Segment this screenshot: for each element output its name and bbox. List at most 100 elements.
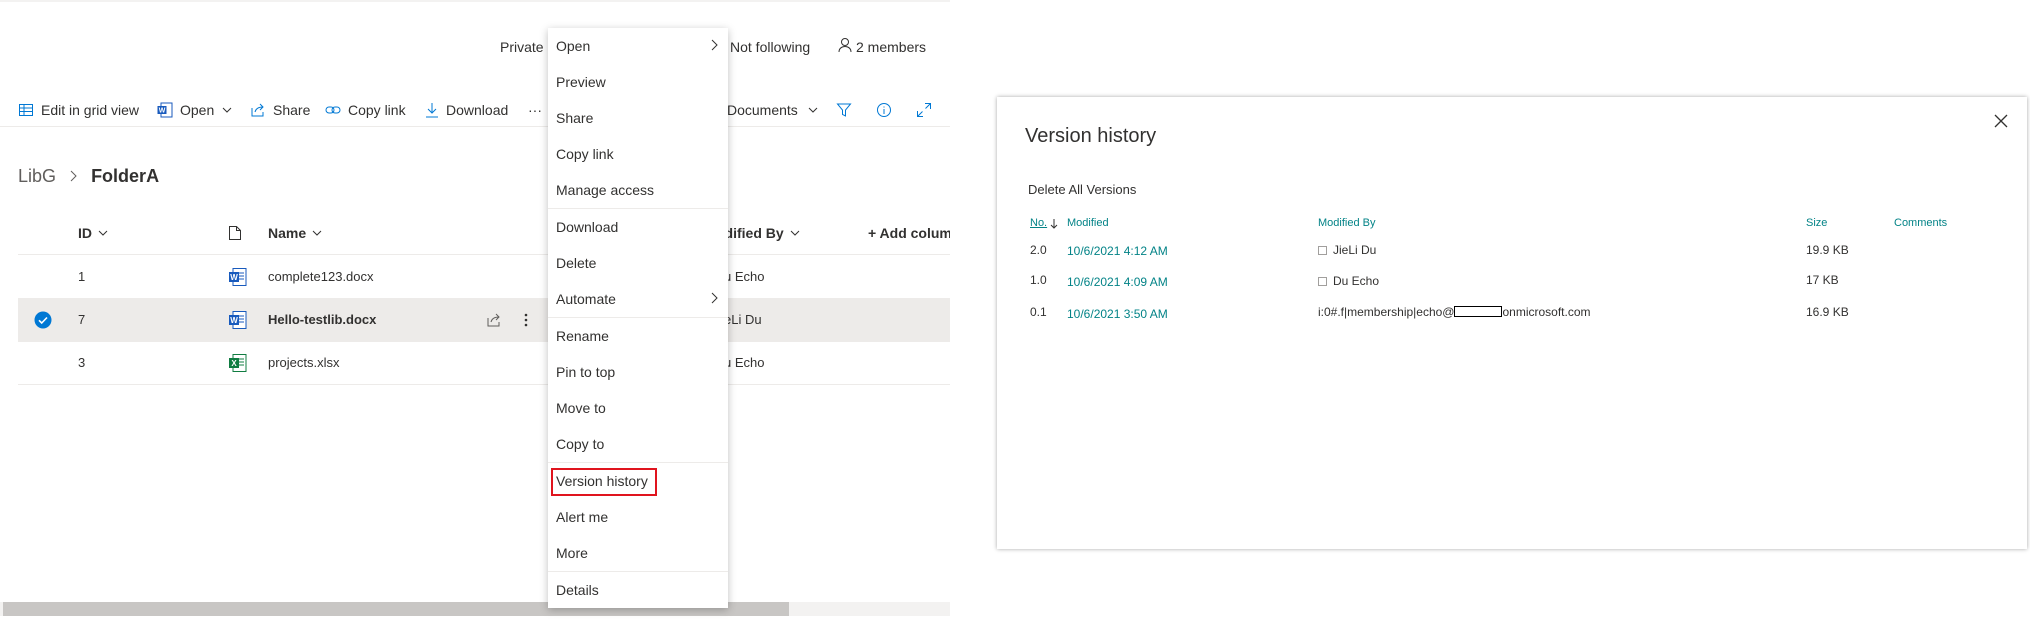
download-label: Download — [446, 102, 509, 118]
file-type-header-icon[interactable] — [228, 220, 242, 246]
breadcrumb-parent[interactable]: LibG — [18, 166, 56, 186]
download-button[interactable]: Download — [425, 92, 508, 128]
column-header-id[interactable]: ID — [78, 220, 108, 246]
chevron-down-icon — [808, 107, 818, 113]
table-row[interactable]: 3 X projects.xlsx u Echo — [18, 341, 950, 385]
menu-item-details[interactable]: Details — [548, 572, 728, 608]
version-modified-by-name: JieLi Du — [1333, 243, 1377, 257]
column-header-no-label: No. — [1030, 217, 1048, 229]
account-suffix: onmicrosoft.com — [1502, 305, 1591, 319]
version-number: 2.0 — [1030, 243, 1047, 257]
column-header-size[interactable]: Size — [1806, 217, 1827, 229]
menu-item-preview[interactable]: Preview — [548, 64, 728, 100]
chevron-down-icon — [98, 230, 108, 236]
expand-icon[interactable] — [916, 92, 939, 128]
column-header-modified-by[interactable]: Modified By — [1318, 217, 1375, 229]
delete-all-versions-link[interactable]: Delete All Versions — [1028, 182, 1136, 197]
version-number: 0.1 — [1030, 305, 1047, 319]
word-icon: W — [157, 102, 173, 118]
column-header-name[interactable]: Name — [268, 220, 322, 246]
document-library-panel: Private Not following 2 members Edit in … — [0, 0, 950, 621]
version-modified-link[interactable]: 10/6/2021 4:09 AM — [1067, 275, 1168, 289]
person-icon — [838, 37, 852, 56]
menu-item-download[interactable]: Download — [548, 209, 728, 245]
menu-item-copy-to[interactable]: Copy to — [548, 426, 728, 462]
menu-item-delete[interactable]: Delete — [548, 245, 728, 281]
menu-item-pin-to-top[interactable]: Pin to top — [548, 354, 728, 390]
menu-item-share[interactable]: Share — [548, 100, 728, 136]
context-menu: Open Preview Share Copy link Manage acce… — [548, 28, 728, 608]
menu-item-more[interactable]: More — [548, 535, 728, 571]
link-icon — [325, 106, 341, 114]
share-label: Share — [273, 102, 311, 118]
open-label: Open — [180, 102, 215, 118]
menu-item-alert-me[interactable]: Alert me — [548, 499, 728, 535]
column-header-modified-by[interactable]: odified By — [716, 220, 800, 246]
follow-toggle[interactable]: Not following — [730, 39, 810, 55]
share-button[interactable]: Share — [250, 92, 310, 128]
row-share-icon[interactable] — [486, 298, 502, 341]
table-row[interactable]: 1 W complete123.docx u Echo — [18, 255, 950, 299]
chevron-right-icon — [711, 292, 718, 304]
edit-grid-view-button[interactable]: Edit in grid view — [18, 92, 139, 128]
menu-item-label: Open — [556, 38, 591, 54]
account-prefix: i:0#.f|membership|echo@ — [1318, 305, 1455, 319]
download-icon — [426, 103, 438, 118]
user-presence-icon — [1318, 246, 1327, 255]
version-modified-link[interactable]: 10/6/2021 4:12 AM — [1067, 244, 1168, 258]
version-size: 16.9 KB — [1806, 305, 1849, 319]
selected-check-icon[interactable] — [34, 298, 52, 341]
svg-text:W: W — [159, 108, 166, 115]
version-modified-by: JieLi Du — [1318, 243, 1376, 257]
view-switcher-label: Documents — [727, 102, 798, 118]
command-bar: Edit in grid view W Open Share Copy link… — [0, 92, 950, 128]
copy-link-button[interactable]: Copy link — [325, 92, 406, 128]
info-icon[interactable] — [876, 92, 899, 128]
column-header-modified[interactable]: Modified — [1067, 217, 1109, 229]
version-size: 19.9 KB — [1806, 243, 1849, 257]
column-header-no[interactable]: No. — [1030, 217, 1047, 229]
menu-item-automate[interactable]: Automate — [548, 281, 728, 317]
copy-link-label: Copy link — [348, 102, 406, 118]
menu-item-open[interactable]: Open — [548, 28, 728, 64]
version-history-highlight-box — [551, 468, 657, 496]
row-file-name[interactable]: projects.xlsx — [268, 341, 340, 384]
menu-item-rename[interactable]: Rename — [548, 318, 728, 354]
chevron-down-icon — [222, 107, 232, 113]
excel-file-icon: X — [228, 341, 248, 384]
close-icon[interactable] — [1993, 113, 2009, 132]
menu-item-manage-access[interactable]: Manage access — [548, 172, 728, 208]
redacted-box — [1454, 306, 1503, 317]
command-bar-divider — [0, 126, 950, 127]
version-modified-link[interactable]: 10/6/2021 3:50 AM — [1067, 307, 1168, 321]
more-actions-button[interactable]: ··· — [528, 92, 542, 128]
row-more-icon[interactable] — [524, 298, 528, 341]
version-modified-by: i:0#.f|membership|echo@ onmicrosoft.com — [1318, 305, 1591, 319]
row-file-name[interactable]: complete123.docx — [268, 255, 374, 298]
add-column-button[interactable]: + Add colum — [868, 220, 950, 246]
menu-item-copy-link[interactable]: Copy link — [548, 136, 728, 172]
members-button[interactable]: 2 members — [856, 39, 926, 55]
row-file-name[interactable]: Hello-testlib.docx — [268, 298, 376, 341]
svg-text:W: W — [230, 273, 238, 282]
view-switcher[interactable]: Documents — [727, 92, 818, 128]
filter-icon[interactable] — [836, 92, 859, 128]
column-header-comments[interactable]: Comments — [1894, 217, 1947, 229]
column-header-id-label: ID — [78, 225, 92, 241]
table-row[interactable]: 7 W Hello-testlib.docx eLi Du — [18, 298, 950, 342]
row-id: 1 — [78, 269, 86, 284]
menu-item-move-to[interactable]: Move to — [548, 390, 728, 426]
row-modified-by: u Echo — [724, 355, 765, 370]
menu-item-label: Automate — [556, 291, 616, 307]
sort-down-arrow-icon — [1050, 216, 1058, 232]
user-presence-icon — [1318, 277, 1327, 286]
grid-icon — [19, 104, 33, 116]
chevron-right-icon — [711, 39, 718, 51]
version-history-dialog: Version history Delete All Versions No. … — [997, 97, 2027, 549]
dialog-title: Version history — [1025, 125, 1157, 147]
breadcrumb: LibG FolderA — [18, 166, 159, 187]
version-modified-by-name: Du Echo — [1333, 274, 1380, 288]
word-file-icon: W — [228, 255, 248, 298]
open-button[interactable]: W Open — [157, 92, 232, 128]
svg-text:W: W — [230, 316, 238, 325]
